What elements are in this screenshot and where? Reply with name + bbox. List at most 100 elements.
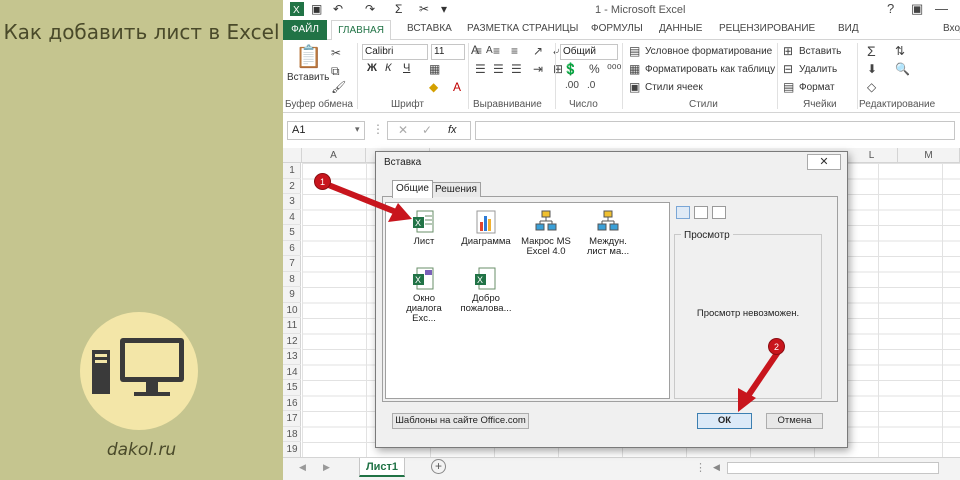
details-view-icon[interactable]	[712, 206, 726, 219]
item-sheet[interactable]: X Лист	[394, 210, 454, 247]
name-box-dropdown-icon[interactable]: ▾	[355, 124, 360, 135]
copy-icon[interactable]: ⧉	[331, 64, 340, 79]
select-all-corner[interactable]	[283, 148, 302, 163]
prev-sheet-icon[interactable]: ◀	[299, 462, 306, 473]
increase-decimal-icon[interactable]: .00	[565, 80, 579, 91]
cut-small-icon[interactable]: ✂	[331, 46, 341, 60]
cond-format-icon[interactable]: ▤	[629, 44, 640, 58]
minimize-button[interactable]: —	[935, 1, 948, 16]
row-header[interactable]: 8	[283, 272, 301, 287]
tab-view[interactable]: ВИД	[838, 23, 859, 34]
tab-insert[interactable]: ВСТАВКА	[407, 23, 452, 34]
align-left-icon[interactable]: ☰	[475, 62, 486, 76]
sheet-tab-active[interactable]: Лист1	[359, 458, 405, 477]
fill-icon[interactable]: ⬇	[867, 62, 877, 76]
find-select-icon[interactable]: 🔍	[895, 62, 910, 76]
format-table-button[interactable]: Форматировать как таблицу	[645, 64, 775, 75]
tab-data[interactable]: ДАННЫЕ	[659, 23, 702, 34]
next-sheet-icon[interactable]: ▶	[323, 462, 330, 473]
cond-format-button[interactable]: Условное форматирование	[645, 46, 772, 57]
align-middle-icon[interactable]: ≡	[493, 44, 500, 58]
ok-button[interactable]: ОК	[697, 413, 752, 429]
tab-splitter-icon[interactable]: ⋮	[695, 461, 706, 474]
font-name-select[interactable]: Calibri	[362, 44, 428, 60]
restore-ribbon-icon[interactable]: ▣	[911, 1, 923, 17]
tab-review[interactable]: РЕЦЕНЗИРОВАНИЕ	[719, 23, 815, 34]
row-header[interactable]: 12	[283, 334, 301, 349]
large-icons-view-icon[interactable]	[676, 206, 690, 219]
item-dialog-sheet[interactable]: X Окно диалога Exc...	[394, 267, 454, 324]
insert-function-button[interactable]: fx	[448, 124, 457, 136]
clear-icon[interactable]: ◇	[867, 80, 876, 94]
delete-cells-button[interactable]: Удалить	[799, 64, 837, 75]
borders-icon[interactable]: ▦	[429, 62, 440, 76]
row-header[interactable]: 16	[283, 396, 301, 411]
row-header[interactable]: 2	[283, 179, 301, 194]
italic-button[interactable]: К	[385, 62, 391, 74]
item-chart[interactable]: Диаграмма	[456, 210, 516, 247]
thousands-icon[interactable]: ⁰⁰⁰	[607, 62, 621, 76]
tab-home[interactable]: ГЛАВНАЯ	[331, 20, 391, 41]
underline-button[interactable]: Ч	[403, 62, 410, 74]
dialog-close-button[interactable]: ✕	[807, 154, 841, 170]
paste-button[interactable]: Вставить	[287, 72, 329, 83]
autosum-ribbon-icon[interactable]: Σ	[867, 43, 876, 59]
row-header[interactable]: 14	[283, 365, 301, 380]
row-header[interactable]: 5	[283, 225, 301, 241]
tab-page-layout[interactable]: РАЗМЕТКА СТРАНИЦЫ	[467, 23, 578, 34]
format-cells-icon[interactable]: ▤	[783, 80, 794, 94]
name-box[interactable]: A1	[287, 121, 365, 140]
insert-cells-icon[interactable]: ⊞	[783, 44, 793, 58]
currency-icon[interactable]: 💲	[563, 62, 578, 76]
percent-icon[interactable]: %	[589, 62, 600, 76]
align-top-icon[interactable]: ≡	[475, 44, 482, 58]
format-painter-icon[interactable]: 🖌	[331, 80, 346, 94]
align-bottom-icon[interactable]: ≡	[511, 44, 518, 58]
row-header[interactable]: 18	[283, 427, 301, 442]
row-header[interactable]: 11	[283, 318, 301, 334]
tab-general[interactable]: Общие	[392, 180, 433, 198]
help-button[interactable]: ?	[887, 1, 894, 16]
font-size-select[interactable]: 11	[431, 44, 465, 60]
row-header[interactable]: 15	[283, 380, 301, 396]
row-header[interactable]: 9	[283, 287, 301, 303]
item-macro4[interactable]: Макрос MS Excel 4.0	[516, 210, 576, 257]
autosum-icon[interactable]: Σ	[395, 2, 402, 16]
login-link[interactable]: Вход	[943, 23, 960, 34]
insert-cells-button[interactable]: Вставить	[799, 46, 841, 57]
row-header[interactable]: 3	[283, 194, 301, 210]
horizontal-scrollbar[interactable]	[727, 462, 939, 474]
item-intl-macro[interactable]: Междун. лист ма...	[578, 210, 638, 257]
cell-styles-button[interactable]: Стили ячеек	[645, 82, 703, 93]
delete-cells-icon[interactable]: ⊟	[783, 62, 793, 76]
cancel-entry-icon[interactable]: ✕	[398, 123, 408, 137]
bold-button[interactable]: Ж	[367, 62, 377, 74]
column-header[interactable]: L	[846, 148, 898, 163]
row-header[interactable]: 19	[283, 442, 301, 458]
undo-icon[interactable]: ↶	[333, 2, 343, 16]
redo-icon[interactable]: ↷	[365, 2, 375, 16]
column-header[interactable]: M	[898, 148, 960, 163]
tab-formulas[interactable]: ФОРМУЛЫ	[591, 23, 643, 34]
row-header[interactable]: 10	[283, 303, 301, 318]
format-table-icon[interactable]: ▦	[629, 62, 640, 76]
office-templates-button[interactable]: Шаблоны на сайте Office.com	[392, 413, 529, 429]
indent-icon[interactable]: ⇥	[533, 62, 543, 76]
shrink-font-icon[interactable]: A	[486, 45, 493, 56]
decrease-decimal-icon[interactable]: .0	[587, 80, 595, 91]
font-color-icon[interactable]: A	[453, 80, 461, 94]
list-view-icon[interactable]	[694, 206, 708, 219]
sort-filter-icon[interactable]: ⇅	[895, 44, 905, 58]
save-icon[interactable]: ▣	[311, 2, 322, 16]
cut-icon[interactable]: ✂	[419, 2, 429, 16]
fill-color-icon[interactable]: ◆	[429, 80, 438, 94]
qat-more-icon[interactable]: ▾	[441, 2, 447, 16]
row-header[interactable]: 13	[283, 349, 301, 365]
column-header[interactable]: A	[302, 148, 366, 163]
item-welcome[interactable]: X Добро пожалова...	[456, 267, 516, 314]
align-right-icon[interactable]: ☰	[511, 62, 522, 76]
align-center-icon[interactable]: ☰	[493, 62, 504, 76]
row-header[interactable]: 7	[283, 256, 301, 272]
number-format-select[interactable]: Общий	[560, 44, 618, 60]
add-sheet-button[interactable]: +	[431, 459, 446, 474]
